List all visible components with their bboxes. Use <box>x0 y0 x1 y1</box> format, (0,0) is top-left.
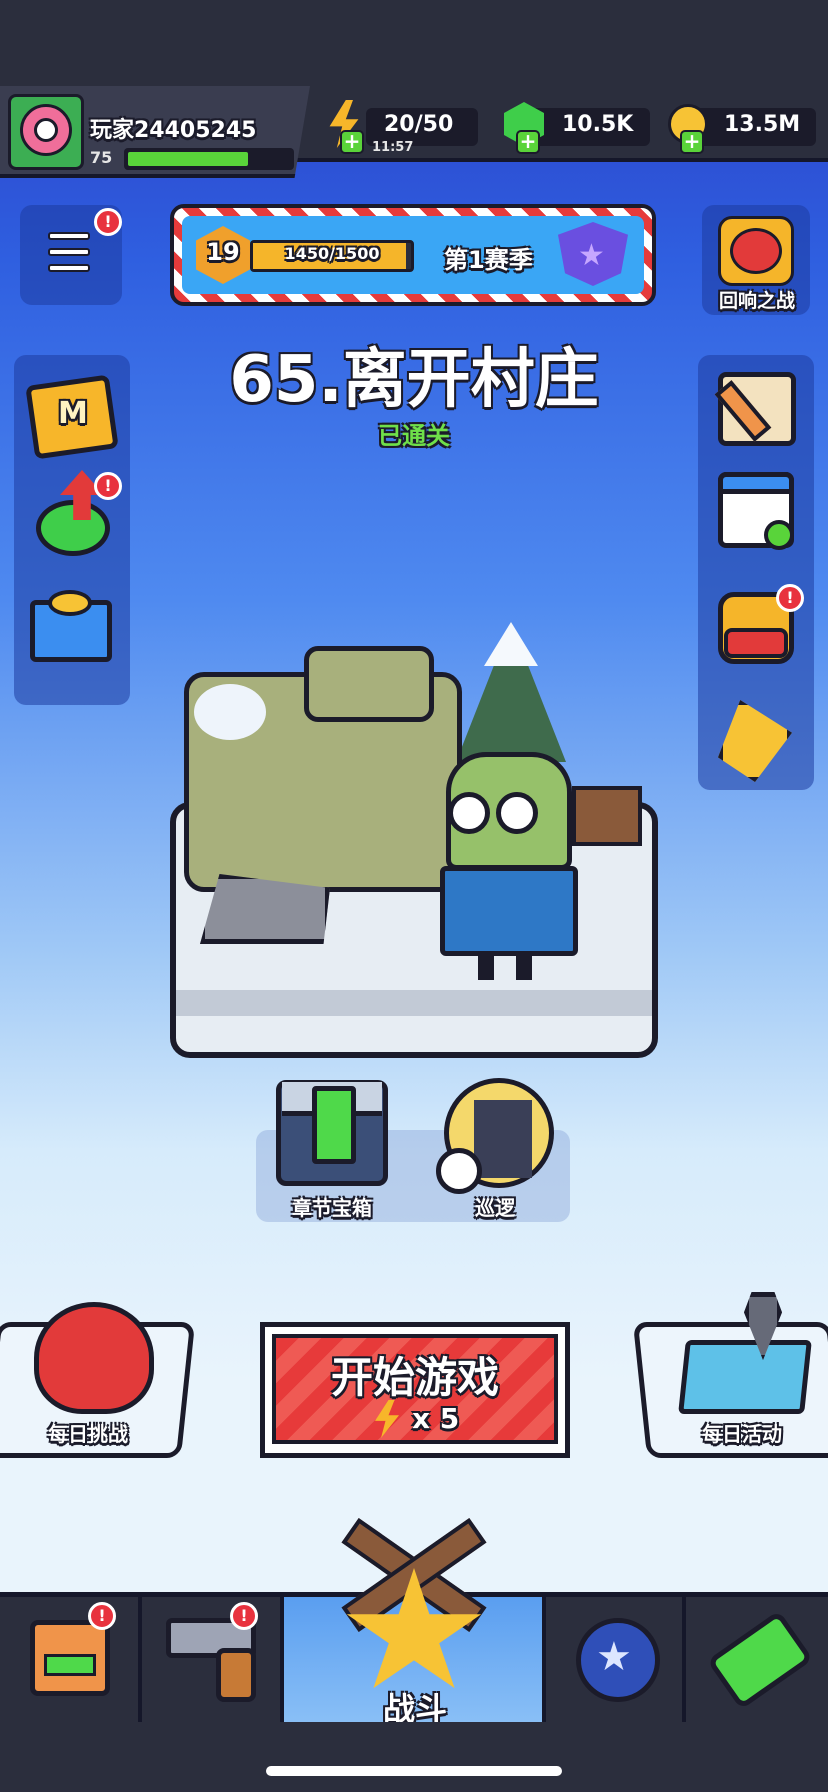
backpack-badge: ! <box>776 584 804 612</box>
checkmark-icon <box>764 520 794 550</box>
patrol-label: 巡逻 <box>475 1196 515 1220</box>
revolver-grip <box>216 1648 256 1702</box>
gold-cart-icon <box>48 590 92 616</box>
demon-face-icon <box>730 228 782 274</box>
add-coins-button[interactable]: + <box>680 130 704 154</box>
zombie-right-eye <box>496 792 538 834</box>
chest-battery-icon <box>312 1086 356 1164</box>
growth-fund-button[interactable] <box>36 500 110 556</box>
player-level: 75 <box>90 148 113 167</box>
avatar-eye-icon <box>34 118 58 142</box>
add-gems-button[interactable]: + <box>516 130 540 154</box>
weapons-badge: ! <box>230 1602 258 1630</box>
energy-timer: 11:57 <box>372 140 414 155</box>
backpack-icon <box>724 628 788 658</box>
season-level: 19 <box>206 238 240 266</box>
menu-icon-line <box>48 248 90 256</box>
home-bar-area <box>0 1722 828 1792</box>
zombie-leg <box>516 952 532 980</box>
season-progress-text: 1450/1500 <box>284 244 380 263</box>
add-energy-button[interactable]: + <box>340 130 364 154</box>
player-name: 玩家24405245 <box>90 118 257 143</box>
coin-value: 13.5M <box>724 112 801 137</box>
energy-value: 20/50 <box>384 112 454 137</box>
wooden-fence <box>572 786 642 846</box>
menu-icon-line <box>48 264 90 272</box>
daily-event-label: 每日活动 <box>702 1422 782 1446</box>
season-label: 第1赛季 <box>444 246 533 274</box>
clock-icon <box>436 1148 482 1194</box>
zombie-shirt <box>440 866 578 956</box>
chapter-chest-label: 章节宝箱 <box>292 1196 372 1220</box>
calendar-icon <box>718 472 794 494</box>
home-indicator[interactable] <box>266 1766 562 1776</box>
nav-tab-weapons[interactable] <box>142 1597 284 1722</box>
zombie-left-eye <box>448 792 490 834</box>
growth-fund-badge: ! <box>94 472 122 500</box>
map-icon <box>678 1340 812 1414</box>
rock-snow-patch <box>194 684 266 740</box>
mossy-rock-top <box>304 646 434 722</box>
boxing-glove-icon <box>34 1302 154 1414</box>
menu-notification-badge: ! <box>94 208 122 236</box>
tree-snowcap <box>484 622 538 666</box>
city-silhouette-icon <box>474 1100 532 1178</box>
echo-battle-label: 回响之战 <box>718 290 795 312</box>
shop-counter <box>44 1654 96 1676</box>
talents-star-icon: ★ <box>596 1634 632 1680</box>
stage-ground <box>176 990 652 1016</box>
gem-value: 10.5K <box>562 112 634 137</box>
season-star-icon: ★ <box>578 238 605 273</box>
stage-title: 65.离开村庄 <box>229 343 599 417</box>
zombie-leg <box>478 952 494 980</box>
start-game-label: 开始游戏 <box>330 1353 499 1402</box>
system-status-bar <box>0 0 828 86</box>
xp-bar-fill <box>128 152 248 166</box>
daily-challenge-label: 每日挑战 <box>48 1422 128 1446</box>
menu-icon <box>48 232 90 240</box>
start-energy-cost: x 5 <box>412 1402 460 1435</box>
stage-cleared-status: 已通关 <box>378 422 450 450</box>
shop-badge: ! <box>88 1602 116 1630</box>
